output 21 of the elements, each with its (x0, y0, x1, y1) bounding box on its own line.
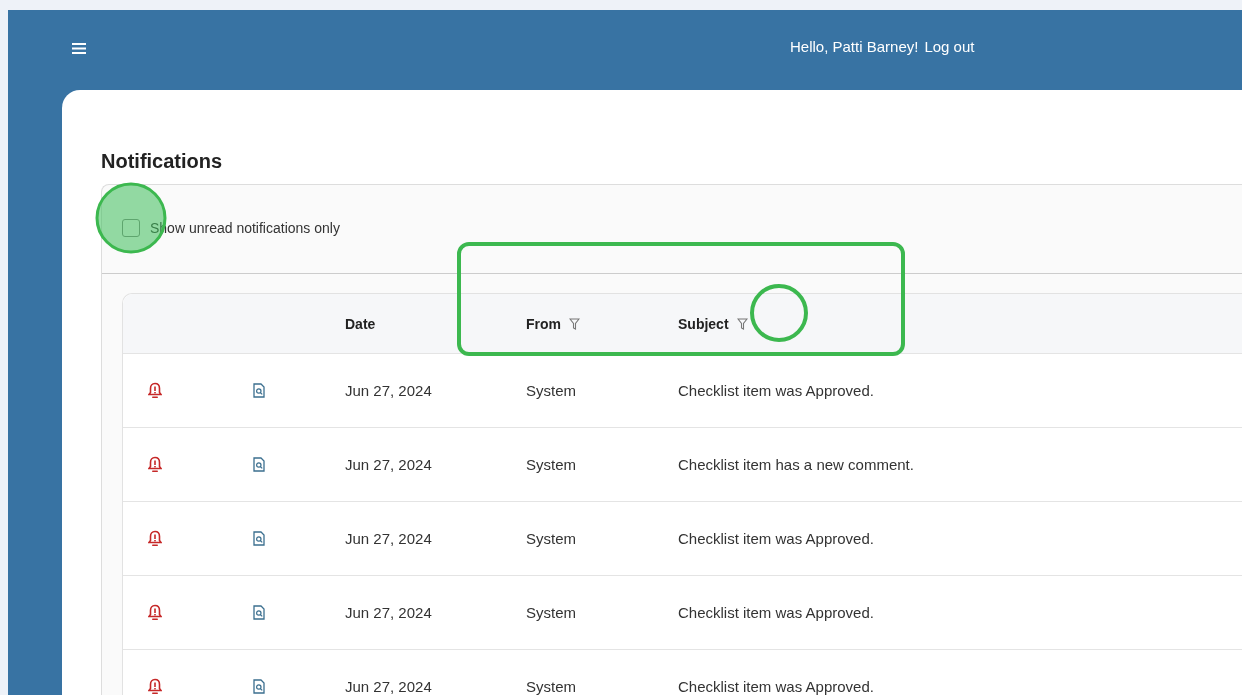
date-cell: Jun 27, 2024 (345, 456, 432, 473)
subject-cell[interactable]: Checklist item was Approved. (678, 530, 874, 547)
date-cell: Jun 27, 2024 (345, 604, 432, 621)
page-title: Notifications (101, 150, 224, 173)
sender-cell: System (526, 382, 576, 399)
subject-cell[interactable]: Checklist item has a new comment. (678, 456, 914, 473)
sender-cell: System (526, 604, 576, 621)
sender-cell: System (526, 530, 576, 547)
column-header[interactable]: Date (345, 315, 376, 332)
logout-link[interactable]: Log out (924, 38, 975, 55)
date-cell: Jun 27, 2024 (345, 382, 432, 399)
sender-cell: System (526, 678, 576, 695)
column-header[interactable]: Subject (678, 315, 729, 332)
date-cell: Jun 27, 2024 (345, 678, 432, 695)
greeting: Hello, Patti Barney! (790, 38, 919, 55)
subject-cell[interactable]: Checklist item was Approved. (678, 382, 874, 399)
sender-cell: System (526, 456, 576, 473)
date-cell: Jun 27, 2024 (345, 530, 432, 547)
subject-cell[interactable]: Checklist item was Approved. (678, 604, 874, 621)
subject-cell[interactable]: Checklist item was Approved. (678, 678, 874, 695)
column-header[interactable]: From (526, 315, 561, 332)
